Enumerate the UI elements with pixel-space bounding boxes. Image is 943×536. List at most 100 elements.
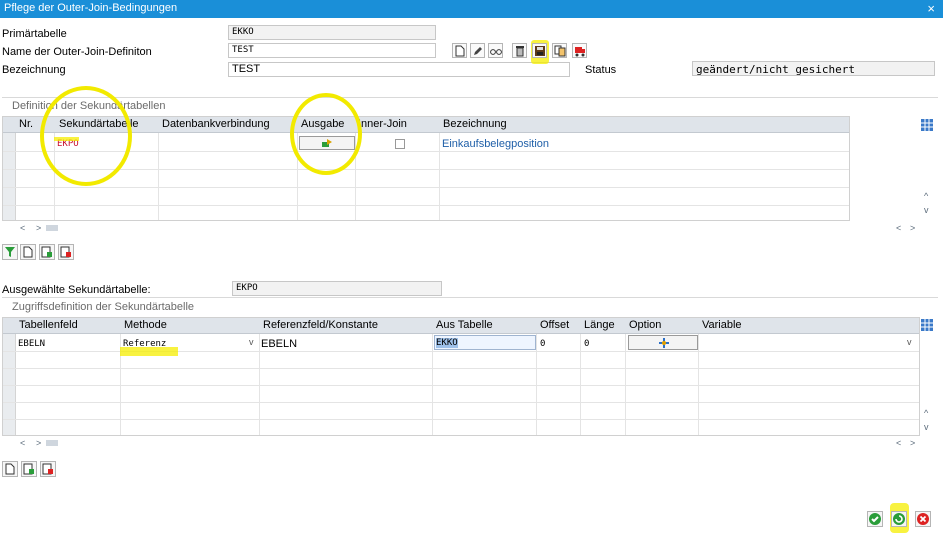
- insert-row-button[interactable]: [20, 244, 36, 260]
- group-title-access: Zugriffsdefinition der Sekundärtabelle: [12, 301, 195, 313]
- row-divider: [3, 169, 849, 170]
- bezeichnung-field[interactable]: TEST: [228, 62, 570, 77]
- bezeichnung-cell: Einkaufsbelegposition: [442, 138, 550, 150]
- highlight-ring-ausgabe: [290, 93, 362, 175]
- new-button[interactable]: [452, 43, 467, 58]
- row-divider: [3, 368, 919, 369]
- append-row-button-access[interactable]: [21, 461, 37, 477]
- col-offset[interactable]: Offset: [540, 319, 569, 331]
- primaertabelle-field: EKKO: [228, 25, 436, 40]
- append-row-icon: [23, 463, 34, 475]
- col-divider: [439, 133, 440, 220]
- col-datenbankverbindung[interactable]: Datenbankverbindung: [162, 118, 270, 130]
- delete-row-button[interactable]: [58, 244, 74, 260]
- close-icon[interactable]: ×: [927, 1, 935, 16]
- tabellenfeld-cell[interactable]: EBELN: [18, 339, 45, 349]
- col-tabellenfeld[interactable]: Tabellenfeld: [19, 319, 78, 331]
- delete-row-button-access[interactable]: [40, 461, 56, 477]
- access-table: Tabellenfeld Methode Referenzfeld/Konsta…: [2, 317, 920, 436]
- confirm-button[interactable]: [867, 511, 883, 527]
- filter-button[interactable]: [2, 244, 18, 260]
- display-glasses-icon: [490, 49, 502, 55]
- col-aus-tabelle[interactable]: Aus Tabelle: [436, 319, 493, 331]
- col-option[interactable]: Option: [629, 319, 661, 331]
- status-label: Status: [585, 64, 617, 76]
- col-methode[interactable]: Methode: [124, 319, 167, 331]
- offset-cell[interactable]: 0: [540, 339, 545, 349]
- scroll-up-icon[interactable]: ^: [924, 408, 928, 422]
- display-button[interactable]: [488, 43, 503, 58]
- copy-icon: [554, 45, 566, 57]
- option-button[interactable]: [628, 335, 698, 350]
- group-border-secondary: [2, 97, 938, 98]
- save-button[interactable]: [532, 43, 547, 58]
- aus-tabelle-value: EKKO: [436, 338, 458, 348]
- transport-button[interactable]: [572, 43, 587, 58]
- transport-icon: [575, 47, 585, 57]
- col-inner-join[interactable]: Inner-Join: [358, 118, 407, 130]
- scroll-left-icon[interactable]: <: [20, 438, 25, 452]
- col-variable[interactable]: Variable: [702, 319, 742, 331]
- delete-row-icon: [60, 246, 71, 258]
- scroll-right-icon[interactable]: >: [36, 223, 41, 237]
- option-icon: [659, 338, 669, 348]
- append-row-button[interactable]: [39, 244, 55, 260]
- grid-settings-icon[interactable]: [921, 119, 933, 131]
- save-icon: [535, 46, 545, 56]
- access-header-row: Tabellenfeld Methode Referenzfeld/Konsta…: [3, 318, 919, 334]
- col-bezeichnung[interactable]: Bezeichnung: [443, 118, 507, 130]
- hscroll-thumb[interactable]: [46, 225, 58, 231]
- col-referenzfeld[interactable]: Referenzfeld/Konstante: [263, 319, 378, 331]
- insert-row-button-access[interactable]: [2, 461, 18, 477]
- aus-tabelle-input[interactable]: EKKO: [434, 335, 536, 350]
- col-nr[interactable]: Nr.: [19, 118, 33, 130]
- scroll-right-icon-right[interactable]: >: [910, 438, 915, 452]
- grid-settings-icon[interactable]: [921, 319, 933, 331]
- reset-icon: [893, 513, 905, 525]
- delete-row-icon: [42, 463, 53, 475]
- scroll-down-icon[interactable]: v: [924, 422, 929, 436]
- row-divider: [3, 187, 849, 188]
- name-label: Name der Outer-Join-Definiton: [2, 46, 152, 58]
- col-divider: [158, 133, 159, 220]
- reset-button[interactable]: [891, 511, 907, 527]
- selected-label: Ausgewählte Sekundärtabelle:: [2, 284, 151, 296]
- inner-join-checkbox[interactable]: [395, 139, 405, 149]
- scroll-left-icon-right[interactable]: <: [896, 438, 901, 452]
- row-divider: [3, 151, 849, 152]
- change-button[interactable]: [470, 43, 485, 58]
- scroll-up-icon[interactable]: ^: [924, 191, 928, 205]
- group-border-access: [2, 297, 938, 298]
- row-selector-column[interactable]: [3, 133, 16, 220]
- col-laenge[interactable]: Länge: [584, 319, 615, 331]
- referenzfeld-cell[interactable]: EBELN: [261, 338, 297, 350]
- highlight-ring-sekundaertabelle: [40, 86, 132, 186]
- laenge-cell[interactable]: 0: [584, 339, 589, 349]
- hscroll-thumb[interactable]: [46, 440, 58, 446]
- append-row-icon: [41, 246, 52, 258]
- bezeichnung-label: Bezeichnung: [2, 64, 66, 76]
- variable-dropdown-icon[interactable]: v: [907, 337, 912, 347]
- cancel-icon: [917, 513, 929, 525]
- scroll-down-icon[interactable]: v: [924, 205, 929, 219]
- cancel-button[interactable]: [915, 511, 931, 527]
- selected-field: EKPO: [232, 281, 442, 296]
- new-document-icon: [23, 246, 33, 258]
- new-document-icon: [455, 45, 465, 57]
- new-document-icon: [5, 463, 15, 475]
- pencil-icon: [474, 47, 482, 55]
- row-divider: [3, 402, 919, 403]
- delete-button[interactable]: [512, 43, 527, 58]
- primaertabelle-label: Primärtabelle: [2, 28, 67, 40]
- filter-icon: [5, 247, 15, 257]
- methode-dropdown-icon[interactable]: v: [249, 337, 254, 347]
- scroll-left-icon-right[interactable]: <: [896, 223, 901, 237]
- name-field[interactable]: TEST: [228, 43, 436, 58]
- scroll-left-icon[interactable]: <: [20, 223, 25, 237]
- copy-button[interactable]: [552, 43, 567, 58]
- row-divider: [3, 419, 919, 420]
- scroll-right-icon[interactable]: >: [36, 438, 41, 452]
- confirm-icon: [869, 513, 881, 525]
- scroll-right-icon-right[interactable]: >: [910, 223, 915, 237]
- row-divider: [3, 205, 849, 206]
